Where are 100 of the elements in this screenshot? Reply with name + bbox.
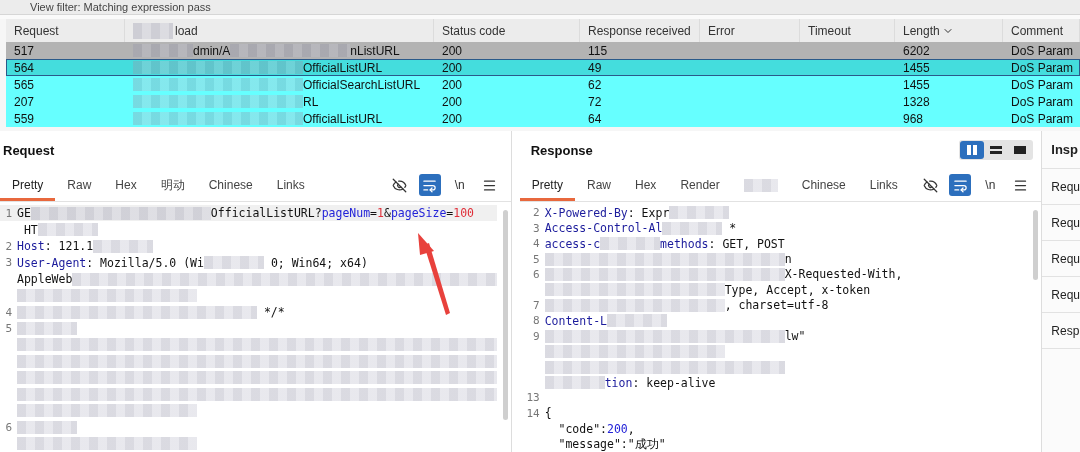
table-cell: nListURL <box>350 43 400 58</box>
newline-button[interactable]: \n <box>448 174 471 196</box>
table-cell-text: 1328 <box>902 94 931 109</box>
editor-tab[interactable]: Links <box>857 169 910 201</box>
square-icon <box>1014 145 1027 155</box>
code-text: GE <box>17 206 31 221</box>
code-text: : GET, POST <box>708 236 785 251</box>
line-number: 9 <box>532 329 541 343</box>
pane-title: Request <box>3 142 55 158</box>
table-cell: dmin/A <box>193 43 231 58</box>
blurred-text <box>669 206 730 220</box>
table-cell-text: 200 <box>441 77 464 92</box>
view-filter-text[interactable]: View filter: Matching expression pass <box>30 0 211 14</box>
editor-tab[interactable]: Chinese <box>789 169 858 201</box>
table-cell-text: 559 <box>13 111 36 126</box>
result-row[interactable]: 565 OfficialSearchListURL 200 62 1455 DoS Param <box>6 76 1080 93</box>
code-text: 1 <box>377 206 384 221</box>
scrollbar[interactable] <box>502 210 508 420</box>
code-text: methods <box>660 236 709 251</box>
code-text: lw" <box>784 329 806 344</box>
code-text: 0; Win64; x64) <box>269 255 368 270</box>
code-text: "message":"成功" <box>557 436 666 452</box>
line-number: 6 <box>532 267 541 281</box>
table-cell: OfficialListURL <box>303 60 383 75</box>
table-cell-text: 200 <box>441 60 464 75</box>
editor-tab[interactable]: Chinese <box>196 169 265 201</box>
line-number: 4 <box>532 237 541 251</box>
code-text: 100 <box>453 206 475 221</box>
table-cell-text: 517 <box>13 43 36 58</box>
code-text: X-Powered-By <box>544 205 628 220</box>
code-text: , charset=utf-8 <box>724 298 829 313</box>
blurred-text <box>93 239 154 253</box>
editor-tab[interactable]: Hex <box>103 169 149 201</box>
code-text: Type, Accept, x-token <box>724 282 871 297</box>
editor-tab[interactable]: Raw <box>575 169 624 201</box>
editor-tab[interactable]: Pretty <box>0 169 56 201</box>
code-text: X-Requested-With, <box>784 267 903 282</box>
code-text: = <box>446 206 454 221</box>
editor-tab[interactable]: Pretty <box>519 169 575 201</box>
columns-icon <box>966 145 979 155</box>
code-text: : Expr <box>627 205 670 220</box>
blurred-text <box>17 420 77 434</box>
line-number: 3 <box>532 221 541 235</box>
code-text: HT <box>22 222 38 237</box>
code-text: Host <box>17 239 45 254</box>
inspector-item[interactable]: Requ <box>1042 169 1080 205</box>
table-cell-text: 200 <box>441 94 464 109</box>
table-cell-text: 1455 <box>902 60 931 75</box>
inspector-item[interactable]: Requ <box>1042 277 1080 313</box>
result-row[interactable]: 564 OfficialListURL 200 49 1455 DoS Param <box>6 59 1080 76</box>
result-row[interactable]: 559 OfficialListURL 200 64 968 DoS Param <box>6 110 1080 127</box>
table-cell-text: 64 <box>587 111 603 126</box>
table-cell-text: 565 <box>13 77 36 92</box>
code-text: access-c <box>544 236 601 251</box>
line-number: 2 <box>532 206 541 220</box>
table-cell-text: DoS Param <box>1010 60 1075 75</box>
editor-tab[interactable]: Links <box>264 169 317 201</box>
wrap-text-icon <box>422 177 438 193</box>
code-text: { <box>544 406 552 421</box>
code-text: & <box>384 206 391 221</box>
result-row[interactable]: 207 RL 200 72 1328 DoS Param <box>6 93 1080 110</box>
code-text: : Mozilla/5.0 (Wi <box>86 255 204 270</box>
pane-title: Response <box>530 142 593 158</box>
line-number: 1 <box>4 206 13 220</box>
code-text: */* <box>262 305 285 320</box>
line-number: 5 <box>4 322 13 335</box>
table-cell-text: 968 <box>902 111 925 126</box>
code-text: "code": <box>557 421 607 436</box>
table-cell-text: 207 <box>13 94 36 109</box>
blurred-text <box>544 376 605 390</box>
editor-tab[interactable]: Hex <box>623 169 669 201</box>
newline-button[interactable]: \n <box>979 174 1002 196</box>
wrap-text-button[interactable] <box>949 174 972 196</box>
editor-tab[interactable]: Raw <box>55 169 104 201</box>
editor-tab[interactable]: 明动 <box>148 169 197 201</box>
blurred-text <box>17 322 77 335</box>
inspector-item[interactable]: Requ <box>1042 241 1080 277</box>
editor-tab[interactable]: Render <box>668 169 732 201</box>
table-cell-text: 72 <box>587 94 603 109</box>
table-cell-text: DoS Param <box>1010 77 1075 92</box>
table-cell-text: DoS Param <box>1010 43 1075 58</box>
table-cell-text: 115 <box>587 43 609 58</box>
scrollbar[interactable] <box>1033 210 1039 280</box>
inspector-item[interactable]: Requ <box>1042 205 1080 241</box>
line-number: 13 <box>525 391 541 405</box>
table-cell-text: DoS Param <box>1010 111 1075 126</box>
code-text: pageSize <box>390 206 447 221</box>
line-number: 4 <box>4 305 13 319</box>
result-row[interactable]: 517 dmin/A nListURL 200 115 6202 DoS Param <box>6 42 1080 59</box>
eye-off-icon <box>922 177 938 193</box>
menu-icon <box>482 177 498 193</box>
inspector-item[interactable]: Resp <box>1042 313 1080 349</box>
wrap-text-button[interactable] <box>418 174 441 196</box>
table-cell: RL <box>303 94 319 109</box>
blurred-text <box>203 256 264 270</box>
code-text: OfficialListURL? <box>210 206 322 221</box>
inspector-title: Insp <box>1042 131 1080 169</box>
table-cell: OfficialSearchListURL <box>303 77 421 92</box>
table-cell-text: 62 <box>587 77 603 92</box>
table-cell-text: 1455 <box>902 77 931 92</box>
